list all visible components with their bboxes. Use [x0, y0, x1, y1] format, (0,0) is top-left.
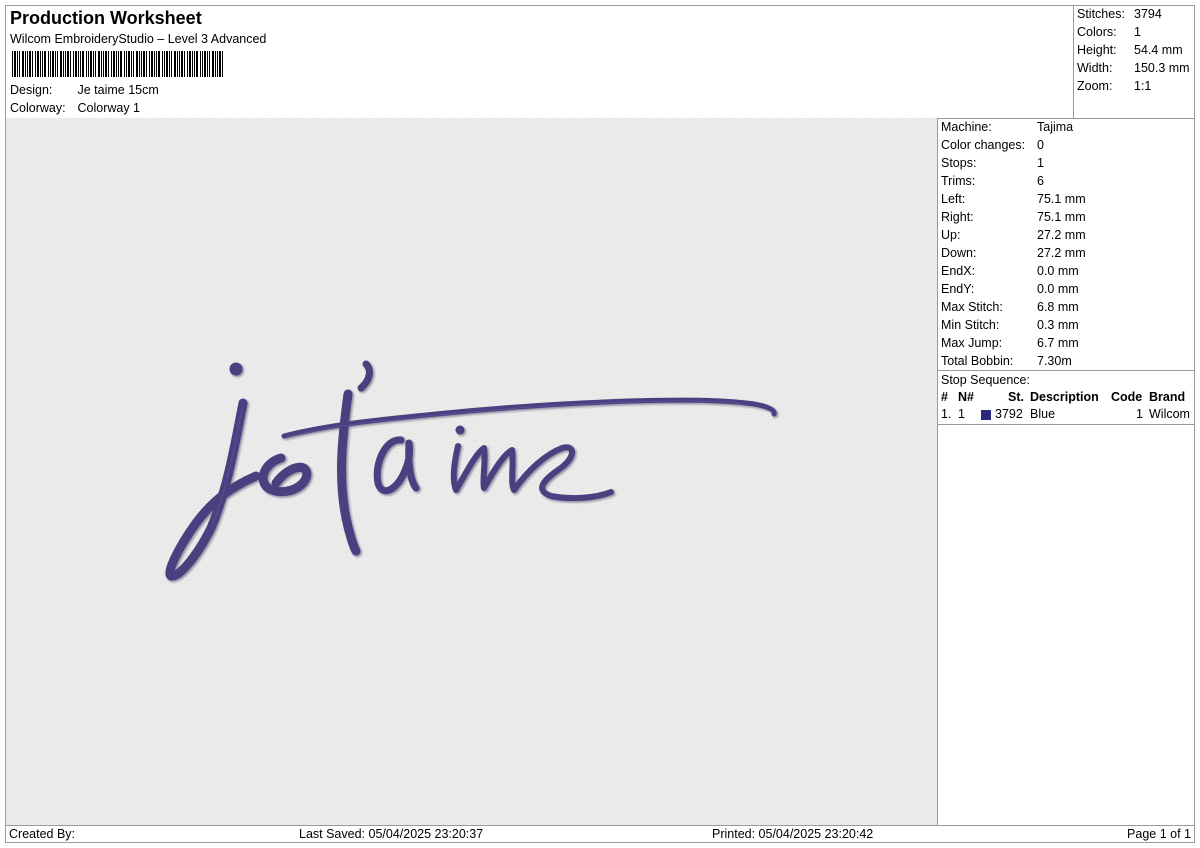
design-value: Je taime 15cm	[77, 83, 159, 97]
table-row: 1. 1 3792 Blue 1 Wilcom	[938, 406, 1194, 425]
worksheet-header: Production Worksheet Wilcom EmbroiderySt…	[6, 6, 1074, 119]
info-value: 7.30m	[1037, 354, 1072, 368]
summary-colors: Colors: 1	[1077, 25, 1141, 39]
info-value: 0.0 mm	[1037, 282, 1079, 296]
machine-info-panel: Machine: Tajima Color changes: 0 Stops: 1 Trim…	[938, 118, 1194, 425]
info-label: Left:	[941, 192, 966, 206]
info-value: Tajima	[1037, 120, 1074, 134]
printed-date: Printed: 05/04/2025 23:20:42	[712, 827, 874, 841]
info-label: Machine:	[941, 120, 992, 134]
info-row: Right: 75.1 mm	[938, 208, 1194, 226]
summary-value: 150.3 mm	[1134, 61, 1190, 75]
info-value: 0.3 mm	[1037, 318, 1079, 332]
column-header: St.	[1008, 390, 1024, 404]
summary-label: Width:	[1077, 61, 1113, 75]
stop-sequence-title: Stop Sequence:	[938, 370, 1194, 389]
info-row: Machine: Tajima	[938, 118, 1194, 136]
barcode-icon	[12, 51, 223, 77]
embroidery-design-image	[165, 360, 777, 581]
design-preview	[6, 118, 938, 825]
info-label: Down:	[941, 246, 977, 260]
summary-label: Zoom:	[1077, 79, 1113, 93]
last-saved: Last Saved: 05/04/2025 23:20:37	[299, 827, 484, 841]
info-label: Trims:	[941, 174, 976, 188]
summary-width: Width: 150.3 mm	[1077, 61, 1190, 75]
page-title: Production Worksheet	[10, 8, 202, 28]
software-name: Wilcom EmbroideryStudio – Level 3 Advanc…	[10, 32, 267, 46]
stop-sequence-header: # N# St. Description Code Brand	[938, 389, 1194, 406]
row-brand: Wilcom	[1149, 407, 1190, 421]
info-row: Color changes: 0	[938, 136, 1194, 154]
column-header: Brand	[1149, 390, 1186, 404]
info-label: Total Bobbin:	[941, 354, 1014, 368]
colorway-row: Colorway: Colorway 1	[10, 101, 140, 115]
info-row: Total Bobbin: 7.30m	[938, 352, 1194, 370]
info-value: 0.0 mm	[1037, 264, 1079, 278]
row-description: Blue	[1030, 407, 1056, 421]
info-value: 0	[1037, 138, 1044, 152]
summary-stitches: Stitches: 3794	[1077, 7, 1162, 21]
summary-value: 1:1	[1134, 79, 1152, 93]
info-label: Max Stitch:	[941, 300, 1003, 314]
summary-value: 3794	[1134, 7, 1162, 21]
column-header: #	[941, 390, 948, 404]
summary-value: 54.4 mm	[1134, 43, 1183, 57]
info-row: EndY: 0.0 mm	[938, 280, 1194, 298]
info-label: Up:	[941, 228, 961, 242]
info-row: Max Jump: 6.7 mm	[938, 334, 1194, 352]
info-label: Max Jump:	[941, 336, 1003, 350]
worksheet: Production Worksheet Wilcom EmbroiderySt…	[5, 5, 1195, 843]
info-value: 27.2 mm	[1037, 228, 1086, 242]
row-code: 1	[1136, 407, 1143, 421]
column-header: N#	[958, 390, 974, 404]
created-by: Created By:	[9, 827, 76, 841]
colorway-value: Colorway 1	[77, 101, 141, 115]
design-label: Design:	[10, 83, 53, 97]
summary-label: Height:	[1077, 43, 1117, 57]
info-label: Stops:	[941, 156, 977, 170]
color-swatch	[981, 410, 991, 420]
info-value: 1	[1037, 156, 1044, 170]
worksheet-footer: Created By: Last Saved: 05/04/2025 23:20…	[6, 825, 1194, 843]
summary-height: Height: 54.4 mm	[1077, 43, 1183, 57]
column-header: Code	[1111, 390, 1143, 404]
summary-label: Stitches:	[1077, 7, 1125, 21]
info-value: 75.1 mm	[1037, 210, 1086, 224]
info-row: Down: 27.2 mm	[938, 244, 1194, 262]
info-label: Color changes:	[941, 138, 1026, 152]
page-number: Page 1 of 1	[1127, 827, 1191, 841]
info-row: Stops: 1	[938, 154, 1194, 172]
info-value: 6	[1037, 174, 1044, 188]
summary-label: Colors:	[1077, 25, 1117, 39]
info-row: Left: 75.1 mm	[938, 190, 1194, 208]
info-label: EndX:	[941, 264, 976, 278]
info-label: EndY:	[941, 282, 975, 296]
info-label: Right:	[941, 210, 974, 224]
info-value: 75.1 mm	[1037, 192, 1086, 206]
row-n: 1	[958, 407, 965, 421]
colorway-label: Colorway:	[10, 101, 66, 115]
column-header: Description	[1030, 390, 1099, 404]
info-row: Trims: 6	[938, 172, 1194, 190]
summary-zoom: Zoom: 1:1	[1077, 79, 1151, 93]
design-row: Design: Je taime 15cm	[10, 83, 159, 97]
info-value: 6.7 mm	[1037, 336, 1079, 350]
info-label: Min Stitch:	[941, 318, 1000, 332]
info-value: 6.8 mm	[1037, 300, 1079, 314]
row-stitches: 3792	[995, 407, 1023, 421]
info-row: Up: 27.2 mm	[938, 226, 1194, 244]
info-row: EndX: 0.0 mm	[938, 262, 1194, 280]
info-value: 27.2 mm	[1037, 246, 1086, 260]
info-row: Min Stitch: 0.3 mm	[938, 316, 1194, 334]
info-row: Max Stitch: 6.8 mm	[938, 298, 1194, 316]
summary-value: 1	[1134, 25, 1141, 39]
summary-panel: Stitches: 3794 Colors: 1 Height: 54.4 mm Wi…	[1073, 6, 1195, 119]
row-index: 1.	[941, 407, 952, 421]
